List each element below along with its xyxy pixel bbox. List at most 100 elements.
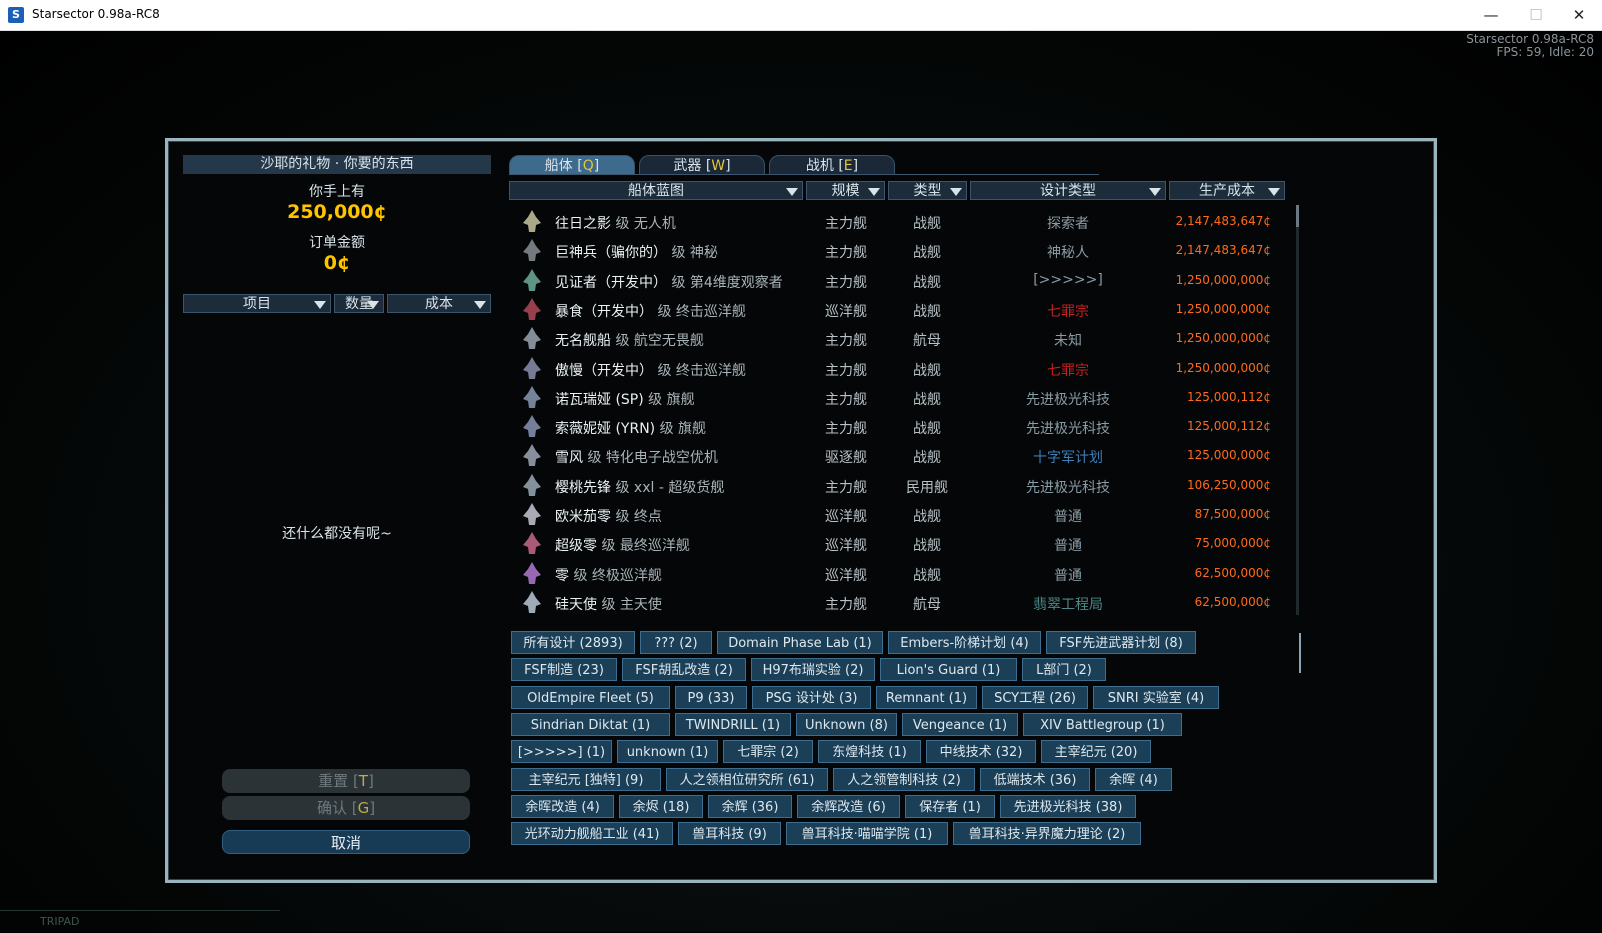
design-filter-button[interactable]: FSF先进武器计划 (8)	[1046, 631, 1196, 654]
table-row[interactable]: 诺瓦瑞娅 (SP) 级 旗舰 主力舰 战舰 先进极光科技 125,000,112¢	[509, 383, 1289, 412]
table-row[interactable]: 巨神兵（骗你的） 级 神秘 主力舰 战舰 神秘人 2,147,483,647¢	[509, 236, 1289, 265]
maximize-button[interactable]: ☐	[1513, 0, 1559, 30]
design-filter-button[interactable]: L部门 (2)	[1022, 658, 1106, 682]
table-row[interactable]: 硅天使 级 主天使 主力舰 航母 翡翠工程局 62,500,000¢	[509, 588, 1289, 617]
hull-name-text: 往日之影	[555, 216, 611, 232]
design-filter-button[interactable]: TWINDRILL (1)	[675, 712, 791, 736]
table-row[interactable]: 傲慢（开发中） 级 终击巡洋舰 主力舰 战舰 七罪宗 1,250,000,000¢	[509, 354, 1289, 383]
hull-type: 战舰	[913, 362, 941, 379]
list-scroll-thumb[interactable]	[1296, 205, 1299, 227]
table-row[interactable]: 零 级 终极巡洋舰 巡洋舰 战舰 普通 62,500,000¢	[509, 559, 1289, 588]
chevron-down-icon	[786, 188, 798, 196]
ship-icon	[523, 327, 541, 350]
col-qty-header[interactable]: 数量	[334, 294, 384, 313]
design-filter-button[interactable]: P9 (33)	[675, 685, 747, 709]
design-filter-button[interactable]: Lion's Guard (1)	[880, 658, 1017, 682]
hull-design: 翡翠工程局	[1033, 596, 1103, 613]
design-header[interactable]: 设计类型	[970, 181, 1166, 200]
design-filter-button[interactable]: 所有设计 (2893)	[511, 631, 635, 654]
design-filter-button[interactable]: Sindrian Diktat (1)	[511, 712, 670, 736]
design-filter-button[interactable]: 余烬 (18)	[619, 794, 703, 818]
design-filter-button[interactable]: OldEmpire Fleet (5)	[511, 685, 670, 709]
ship-icon	[523, 210, 541, 232]
design-filter-button[interactable]: 低端技术 (36)	[980, 767, 1090, 791]
hull-type: 战舰	[913, 303, 941, 320]
design-filter-button[interactable]: 七罪宗 (2)	[723, 740, 813, 764]
design-filter-button[interactable]: 兽耳科技·喵喵学院 (1)	[786, 822, 948, 846]
design-filter-button[interactable]: 人之领管制科技 (2)	[833, 767, 975, 791]
tab-hulls[interactable]: 船体 [Q]	[509, 155, 635, 175]
design-filter-button[interactable]: unknown (1)	[617, 740, 718, 764]
design-filter-button[interactable]: 余晖改造 (4)	[511, 794, 614, 818]
table-row[interactable]: 索薇妮娅 (YRN) 级 旗舰 主力舰 战舰 先进极光科技 125,000,112¢	[509, 412, 1289, 441]
ship-icon	[523, 503, 541, 525]
funds-value: 250,000¢	[287, 201, 387, 223]
hull-cost: 1,250,000,000¢	[1175, 360, 1271, 375]
cancel-button[interactable]: 取消	[222, 830, 470, 854]
hull-cost: 125,000,112¢	[1187, 389, 1271, 404]
design-filter-button[interactable]: 余晖 (4)	[1095, 767, 1172, 791]
design-filter-button[interactable]: PSG 设计处 (3)	[752, 685, 871, 709]
table-row[interactable]: 往日之影 级 无人机 主力舰 战舰 探索者 2,147,483,647¢	[509, 207, 1289, 236]
table-row[interactable]: 欧米茄零 级 终点 巡洋舰 战舰 普通 87,500,000¢	[509, 500, 1289, 529]
design-filter-button[interactable]: 保存者 (1)	[905, 794, 995, 818]
design-filter-button[interactable]: SCY工程 (26)	[982, 685, 1088, 709]
tab-divider	[509, 174, 1099, 175]
minimize-button[interactable]: —	[1468, 0, 1514, 30]
design-filter-button[interactable]: 兽耳科技 (9)	[678, 822, 781, 846]
table-row[interactable]: 超级零 级 最终巡洋舰 巡洋舰 战舰 普通 75,000,000¢	[509, 529, 1289, 558]
tab-fighters[interactable]: 战机 [E]	[769, 155, 895, 175]
reset-button[interactable]: 重置 [T]	[222, 769, 470, 793]
hull-cost: 75,000,000¢	[1194, 536, 1271, 551]
col-cost-header[interactable]: 成本	[387, 294, 491, 313]
chevron-down-icon	[1149, 188, 1161, 196]
design-filter-button[interactable]: Embers-阶梯计划 (4)	[888, 631, 1041, 654]
blueprint-header[interactable]: 船体蓝图	[509, 181, 803, 200]
design-filter-button[interactable]: ??? (2)	[640, 631, 712, 654]
design-filter-button[interactable]: XIV Battlegroup (1)	[1023, 712, 1182, 736]
design-filter-button[interactable]: 余辉改造 (6)	[797, 794, 900, 818]
list-scrollbar[interactable]	[1296, 205, 1299, 615]
design-filter-button[interactable]: FSF制造 (23)	[511, 658, 617, 682]
design-filter-button[interactable]: [>>>>>] (1)	[511, 740, 612, 764]
hull-type: 战舰	[913, 216, 941, 232]
table-row[interactable]: 雪风 级 特化电子战空优机 驱逐舰 战舰 十字军计划 125,000,000¢	[509, 441, 1289, 470]
design-filter-button[interactable]: H97布瑞实验 (2)	[751, 658, 875, 682]
design-filter-button[interactable]: 兽耳科技·异界魔力理论 (2)	[953, 822, 1141, 846]
type-header[interactable]: 类型	[888, 181, 967, 200]
size-header[interactable]: 规模	[806, 181, 885, 200]
table-row[interactable]: 无名舰船 级 航空无畏舰 主力舰 航母 未知 1,250,000,000¢	[509, 324, 1289, 353]
design-filter-button[interactable]: FSF胡乱改造 (2)	[622, 658, 746, 682]
empty-order-text: 还什么都没有呢~	[282, 526, 392, 542]
design-filter-button[interactable]: 余辉 (36)	[708, 794, 792, 818]
design-filter-button[interactable]: 主宰纪元 (20)	[1041, 740, 1151, 764]
hull-class: 级 航空无畏舰	[615, 333, 704, 350]
hull-design: 未知	[1054, 333, 1082, 350]
cost-header[interactable]: 生产成本	[1169, 181, 1285, 200]
tab-weapons[interactable]: 武器 [W]	[639, 155, 765, 175]
design-filter-button[interactable]: Unknown (8)	[796, 712, 897, 736]
close-button[interactable]: ✕	[1556, 0, 1602, 30]
design-filter-button[interactable]: SNRI 实验室 (4)	[1093, 685, 1219, 709]
filter-scroll-thumb[interactable]	[1299, 633, 1301, 673]
design-filter-button[interactable]: Vengeance (1)	[902, 712, 1018, 736]
hull-name-text: 索薇妮娅 (YRN)	[555, 421, 656, 438]
table-row[interactable]: 樱桃先锋 级 xxl - 超级货舰 主力舰 民用舰 先进极光科技 106,250,000…	[509, 471, 1289, 500]
design-filter-button[interactable]: 主宰纪元 [独特] (9)	[511, 767, 661, 791]
hull-name-text: 超级零	[555, 538, 597, 555]
col-item-header[interactable]: 项目	[183, 294, 331, 313]
design-filter-button[interactable]: 中线技术 (32)	[926, 740, 1036, 764]
design-filter-button[interactable]: 人之领相位研究所 (61)	[666, 767, 828, 791]
design-filter-button[interactable]: Remnant (1)	[876, 685, 977, 709]
hull-design: 七罪宗	[1047, 362, 1089, 379]
hull-design: 先进极光科技	[1026, 479, 1110, 496]
hull-cost: 2,147,483,647¢	[1175, 214, 1271, 228]
design-filter-button[interactable]: Domain Phase Lab (1)	[717, 631, 883, 654]
hull-type: 战舰	[913, 450, 941, 467]
design-filter-button[interactable]: 先进极光科技 (38)	[1000, 794, 1136, 818]
table-row[interactable]: 暴食（开发中） 级 终击巡洋舰 巡洋舰 战舰 七罪宗 1,250,000,000¢	[509, 295, 1289, 324]
design-filter-button[interactable]: 东煌科技 (1)	[818, 740, 921, 764]
confirm-button[interactable]: 确认 [G]	[222, 796, 470, 820]
design-filter-button[interactable]: 光环动力舰船工业 (41)	[511, 822, 673, 846]
table-row[interactable]: 见证者（开发中） 级 第4维度观察者 主力舰 战舰 [>>>>>] 1,250,000,…	[509, 266, 1289, 295]
